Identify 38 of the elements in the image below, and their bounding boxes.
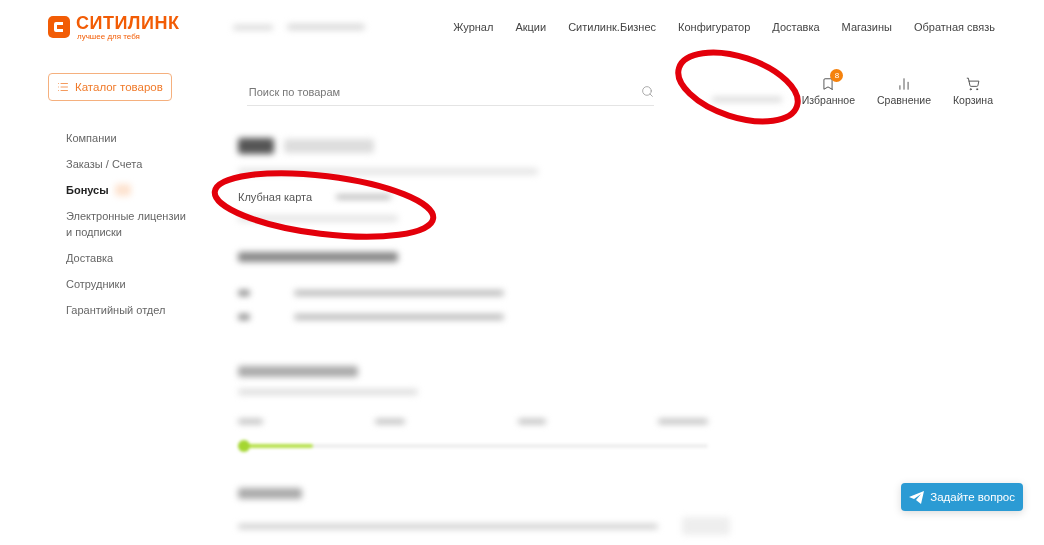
- logo-name: СИТИЛИНК: [76, 13, 180, 32]
- nav-link[interactable]: Ситилинк.Бизнес: [568, 21, 657, 33]
- list-icon: [57, 81, 69, 93]
- blurred-badge: [114, 184, 131, 196]
- sidebar-item[interactable]: Доставка: [66, 250, 194, 266]
- club-card-label: Клубная карта: [238, 191, 313, 203]
- paper-plane-icon: [909, 490, 925, 504]
- sidebar-item[interactable]: Гарантийный отдел: [66, 302, 194, 318]
- blurred-text: [517, 419, 546, 424]
- logo-icon: [48, 16, 70, 38]
- sidebar-item[interactable]: Сотрудники: [66, 276, 194, 292]
- nav-link[interactable]: Доставка: [772, 21, 820, 33]
- nav-link[interactable]: Магазины: [841, 21, 892, 33]
- blurred-text: [238, 488, 302, 499]
- sidebar-item[interactable]: Бонусы: [66, 182, 194, 198]
- search-icon: [640, 85, 654, 98]
- header-action[interactable]: Корзина: [951, 68, 995, 106]
- blurred-text: [658, 419, 708, 424]
- header-action[interactable]: Избранное 8: [799, 68, 857, 106]
- nav-link[interactable]: Акции: [515, 21, 547, 33]
- nav-link[interactable]: Обратная связь: [913, 21, 995, 33]
- sidebar-item[interactable]: Электронные лицензии и подписки: [66, 208, 194, 240]
- blurred-text: [238, 314, 250, 320]
- sidebar-item[interactable]: Компании: [66, 130, 194, 146]
- blurred-text: [238, 290, 250, 296]
- logo-tagline: лучшее для тебя: [77, 31, 141, 41]
- count-badge: 8: [830, 69, 844, 82]
- blurred-text: [238, 138, 274, 154]
- header-action[interactable]: Сравнение: [875, 68, 933, 106]
- cart-icon: [966, 77, 980, 91]
- bar-chart-icon: [897, 77, 911, 91]
- blurred-text: [238, 419, 263, 424]
- nav-link[interactable]: Журнал: [453, 21, 494, 33]
- nav-link[interactable]: Конфигуратор: [678, 21, 751, 33]
- bookmark-icon: [821, 77, 836, 91]
- blurred-text: [375, 419, 406, 424]
- sidebar-item[interactable]: Заказы / Счета: [66, 156, 194, 172]
- progress-dot: [238, 440, 250, 452]
